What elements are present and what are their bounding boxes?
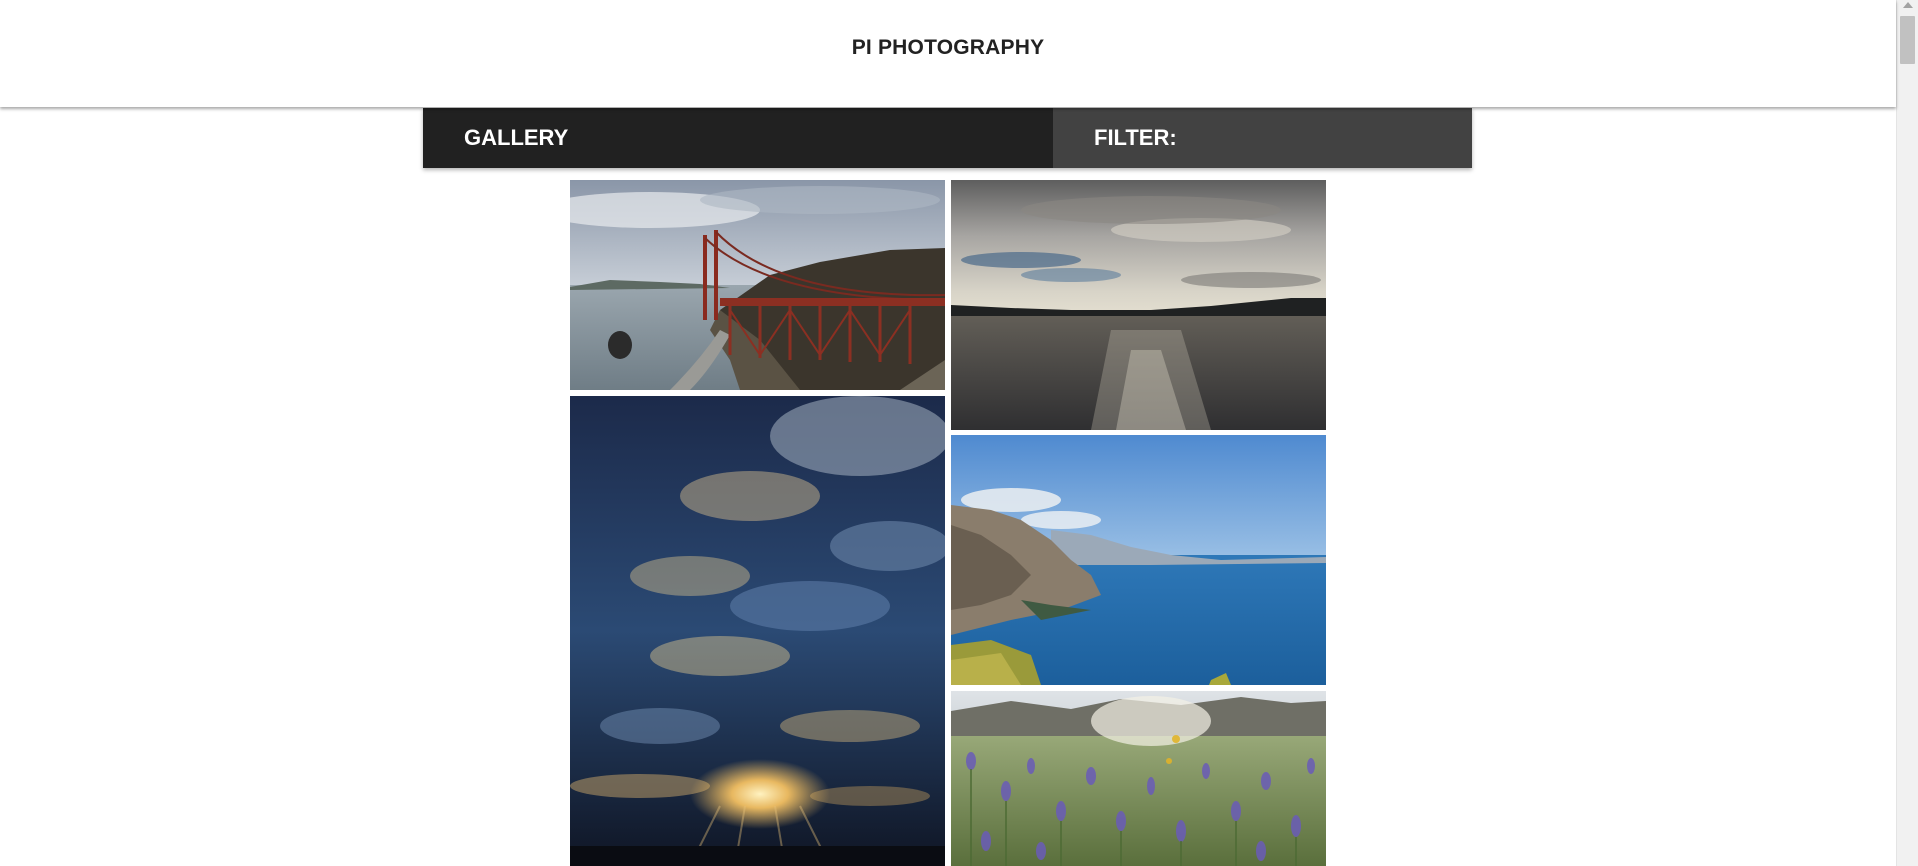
bay-image (951, 180, 1326, 430)
vertical-scrollbar[interactable] (1896, 0, 1918, 866)
gallery-photo-wildflowers[interactable] (951, 691, 1326, 866)
page: PI PHOTOGRAPHY GALLERY FILTER: (0, 0, 1918, 866)
gallery-photo-clouds[interactable] (570, 396, 945, 866)
gallery-photo-coastline[interactable] (951, 435, 1326, 685)
main-nav: GALLERY FILTER: (423, 108, 1472, 168)
gallery-photo-golden-gate[interactable] (570, 180, 945, 390)
site-header: PI PHOTOGRAPHY (0, 0, 1896, 107)
gallery-photo-bay[interactable] (951, 180, 1326, 430)
site-title[interactable]: PI PHOTOGRAPHY (0, 36, 1896, 60)
clouds-image (570, 396, 945, 866)
wildflowers-image (951, 691, 1326, 866)
nav-gallery-tab[interactable]: GALLERY (423, 108, 1053, 168)
golden-gate-image (570, 180, 945, 390)
scroll-up-arrow-icon[interactable] (1903, 2, 1913, 8)
scrollbar-thumb[interactable] (1900, 16, 1915, 64)
nav-filter-tab[interactable]: FILTER: (1053, 108, 1472, 168)
coastline-image (951, 435, 1326, 685)
